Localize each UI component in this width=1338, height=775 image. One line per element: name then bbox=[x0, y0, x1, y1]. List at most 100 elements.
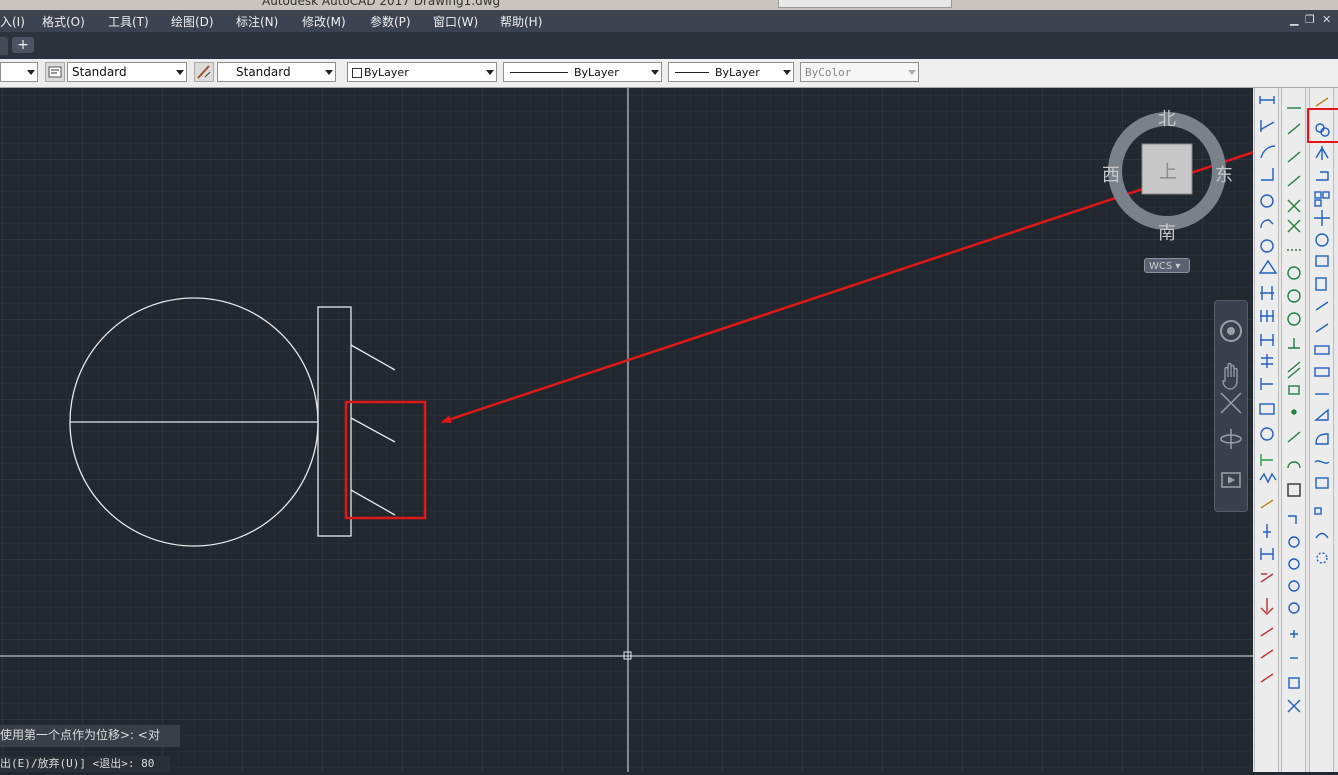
endpoint-snap-icon[interactable] bbox=[1287, 151, 1301, 163]
menu-window[interactable]: 窗口(W) bbox=[433, 13, 478, 30]
text-style-icon[interactable] bbox=[45, 62, 65, 82]
dim-edit-icon[interactable] bbox=[1260, 499, 1274, 509]
menu-parametric[interactable]: 参数(P) bbox=[370, 13, 411, 30]
previous-combo[interactable] bbox=[0, 62, 38, 82]
midpoint-snap-icon[interactable] bbox=[1287, 175, 1301, 187]
dim-style-icon[interactable] bbox=[194, 62, 214, 82]
break-at-point-icon[interactable] bbox=[1314, 345, 1330, 355]
linetype-combo[interactable]: ByLayer bbox=[503, 62, 662, 82]
drawing-tab[interactable] bbox=[0, 37, 8, 55]
menu-modify[interactable]: 修改(M) bbox=[302, 13, 346, 30]
aligned-dim-icon[interactable] bbox=[1259, 120, 1275, 132]
zoom-object-icon[interactable] bbox=[1288, 602, 1300, 614]
compass-east[interactable]: 东 bbox=[1215, 161, 1233, 187]
zoom-in-icon[interactable] bbox=[1290, 630, 1298, 638]
pan-hand-icon[interactable] bbox=[1222, 362, 1238, 390]
drawing-canvas[interactable]: 北 南 东 西 上 WCS ▾ bbox=[0, 88, 1253, 772]
quadrant-snap-icon[interactable] bbox=[1287, 289, 1301, 303]
inspection-icon[interactable] bbox=[1260, 454, 1273, 466]
tangent-snap-icon[interactable] bbox=[1287, 312, 1301, 326]
parallel-snap-icon[interactable] bbox=[1287, 361, 1301, 379]
erase-icon[interactable] bbox=[1315, 97, 1329, 107]
select-similar-icon[interactable] bbox=[1316, 552, 1328, 564]
jogged-dim-icon[interactable] bbox=[1260, 219, 1274, 229]
chamfer-icon[interactable] bbox=[1314, 408, 1329, 421]
color-combo[interactable]: ByLayer bbox=[347, 62, 497, 82]
zoom-extents-icon[interactable] bbox=[1220, 392, 1242, 414]
apparent-int-icon[interactable] bbox=[1287, 219, 1301, 233]
close-icon[interactable]: ✕ bbox=[1322, 13, 1331, 26]
fillet-icon[interactable] bbox=[1315, 433, 1329, 445]
rotate-icon[interactable] bbox=[1315, 233, 1329, 247]
blend-curves-icon[interactable] bbox=[1314, 460, 1330, 464]
menu-insert[interactable]: 入(I) bbox=[0, 13, 25, 30]
compass-west[interactable]: 西 bbox=[1102, 161, 1120, 187]
radius-dim-icon[interactable] bbox=[1260, 194, 1274, 208]
explode-icon[interactable] bbox=[1315, 477, 1329, 489]
array-icon[interactable] bbox=[1314, 191, 1322, 199]
tedit-icon[interactable] bbox=[1260, 649, 1274, 659]
restore-icon[interactable]: ❐ bbox=[1305, 13, 1315, 26]
node-snap-icon[interactable] bbox=[1291, 409, 1297, 415]
compass-south[interactable]: 南 bbox=[1158, 219, 1176, 245]
osnap-settings-icon[interactable] bbox=[1287, 483, 1301, 497]
quick-dim-icon[interactable] bbox=[1260, 286, 1274, 300]
dim-space-icon[interactable] bbox=[1261, 354, 1273, 368]
perpendicular-snap-icon[interactable] bbox=[1288, 338, 1300, 349]
wcs-menu[interactable]: WCS ▾ bbox=[1144, 258, 1190, 273]
menu-format[interactable]: 格式(O) bbox=[42, 13, 85, 30]
none-snap-icon[interactable] bbox=[1287, 461, 1301, 469]
center-snap-icon[interactable] bbox=[1287, 266, 1301, 280]
menu-dimension[interactable]: 标注(N) bbox=[236, 13, 278, 30]
menu-help[interactable]: 帮助(H) bbox=[500, 13, 542, 30]
text-style-combo[interactable]: Standard bbox=[67, 62, 187, 82]
insert-snap-icon[interactable] bbox=[1288, 385, 1300, 395]
break-icon[interactable] bbox=[1314, 367, 1330, 377]
offset-icon[interactable] bbox=[1316, 171, 1329, 181]
dim-style-combo[interactable]: Standard bbox=[217, 62, 336, 82]
model-space[interactable] bbox=[0, 88, 1253, 772]
minimize-icon[interactable]: ▁ bbox=[1290, 13, 1298, 26]
baseline-dim-icon[interactable] bbox=[1260, 310, 1274, 322]
move-icon[interactable] bbox=[1314, 210, 1330, 226]
from-snap-icon[interactable] bbox=[1287, 123, 1301, 135]
oblique-icon[interactable] bbox=[1260, 627, 1274, 637]
zoom-scale-icon[interactable] bbox=[1288, 558, 1300, 570]
array-rect-icon[interactable] bbox=[1314, 507, 1322, 515]
new-tab-button[interactable]: + bbox=[12, 37, 34, 53]
reassociate-icon[interactable] bbox=[1260, 673, 1274, 683]
dim-style-tb-icon[interactable] bbox=[1260, 573, 1274, 583]
search-box[interactable] bbox=[778, 0, 952, 8]
linear-dim-icon[interactable] bbox=[1259, 96, 1275, 104]
stretch-icon[interactable] bbox=[1315, 277, 1327, 291]
jogged-linear-icon[interactable] bbox=[1259, 472, 1277, 484]
zoom-center-icon[interactable] bbox=[1288, 580, 1300, 592]
scale-icon[interactable] bbox=[1315, 255, 1329, 267]
compass-north[interactable]: 北 bbox=[1158, 105, 1176, 131]
zoom-window-icon[interactable] bbox=[1288, 515, 1297, 524]
plot-style-combo[interactable]: ByColor bbox=[800, 62, 919, 82]
nearest-snap-icon[interactable] bbox=[1287, 431, 1301, 443]
trim-icon[interactable] bbox=[1315, 301, 1329, 311]
center-mark-icon[interactable] bbox=[1260, 427, 1274, 441]
dim-text-edit-icon[interactable] bbox=[1263, 524, 1271, 538]
menu-draw[interactable]: 绘图(D) bbox=[171, 13, 214, 30]
command-prompt-line[interactable]: 出(E)/放弃(U)] <退出>: 80 bbox=[0, 756, 170, 772]
zoom-extents-tb-icon[interactable] bbox=[1287, 699, 1301, 713]
intersection-snap-icon[interactable] bbox=[1287, 199, 1301, 213]
extend-icon[interactable] bbox=[1315, 323, 1329, 333]
zoom-all-icon[interactable] bbox=[1288, 677, 1300, 689]
mirror-icon[interactable] bbox=[1315, 146, 1329, 160]
command-line[interactable]: 使用第一个点作为位移>: <对 出(E)/放弃(U)] <退出>: 80 bbox=[0, 725, 180, 772]
menu-tools[interactable]: 工具(T) bbox=[108, 13, 149, 30]
edit-polyline-icon[interactable] bbox=[1315, 532, 1329, 539]
continue-dim-icon[interactable] bbox=[1260, 334, 1274, 346]
angular-dim-icon[interactable] bbox=[1258, 259, 1278, 274]
dim-update-icon[interactable] bbox=[1260, 548, 1274, 560]
lineweight-combo[interactable]: ByLayer bbox=[668, 62, 794, 82]
dim-override-icon[interactable] bbox=[1260, 598, 1274, 615]
dim-break-icon[interactable] bbox=[1260, 378, 1273, 390]
arc-length-icon[interactable] bbox=[1260, 145, 1276, 159]
zoom-dynamic-icon[interactable] bbox=[1288, 536, 1300, 548]
tolerance-icon[interactable] bbox=[1259, 403, 1275, 415]
